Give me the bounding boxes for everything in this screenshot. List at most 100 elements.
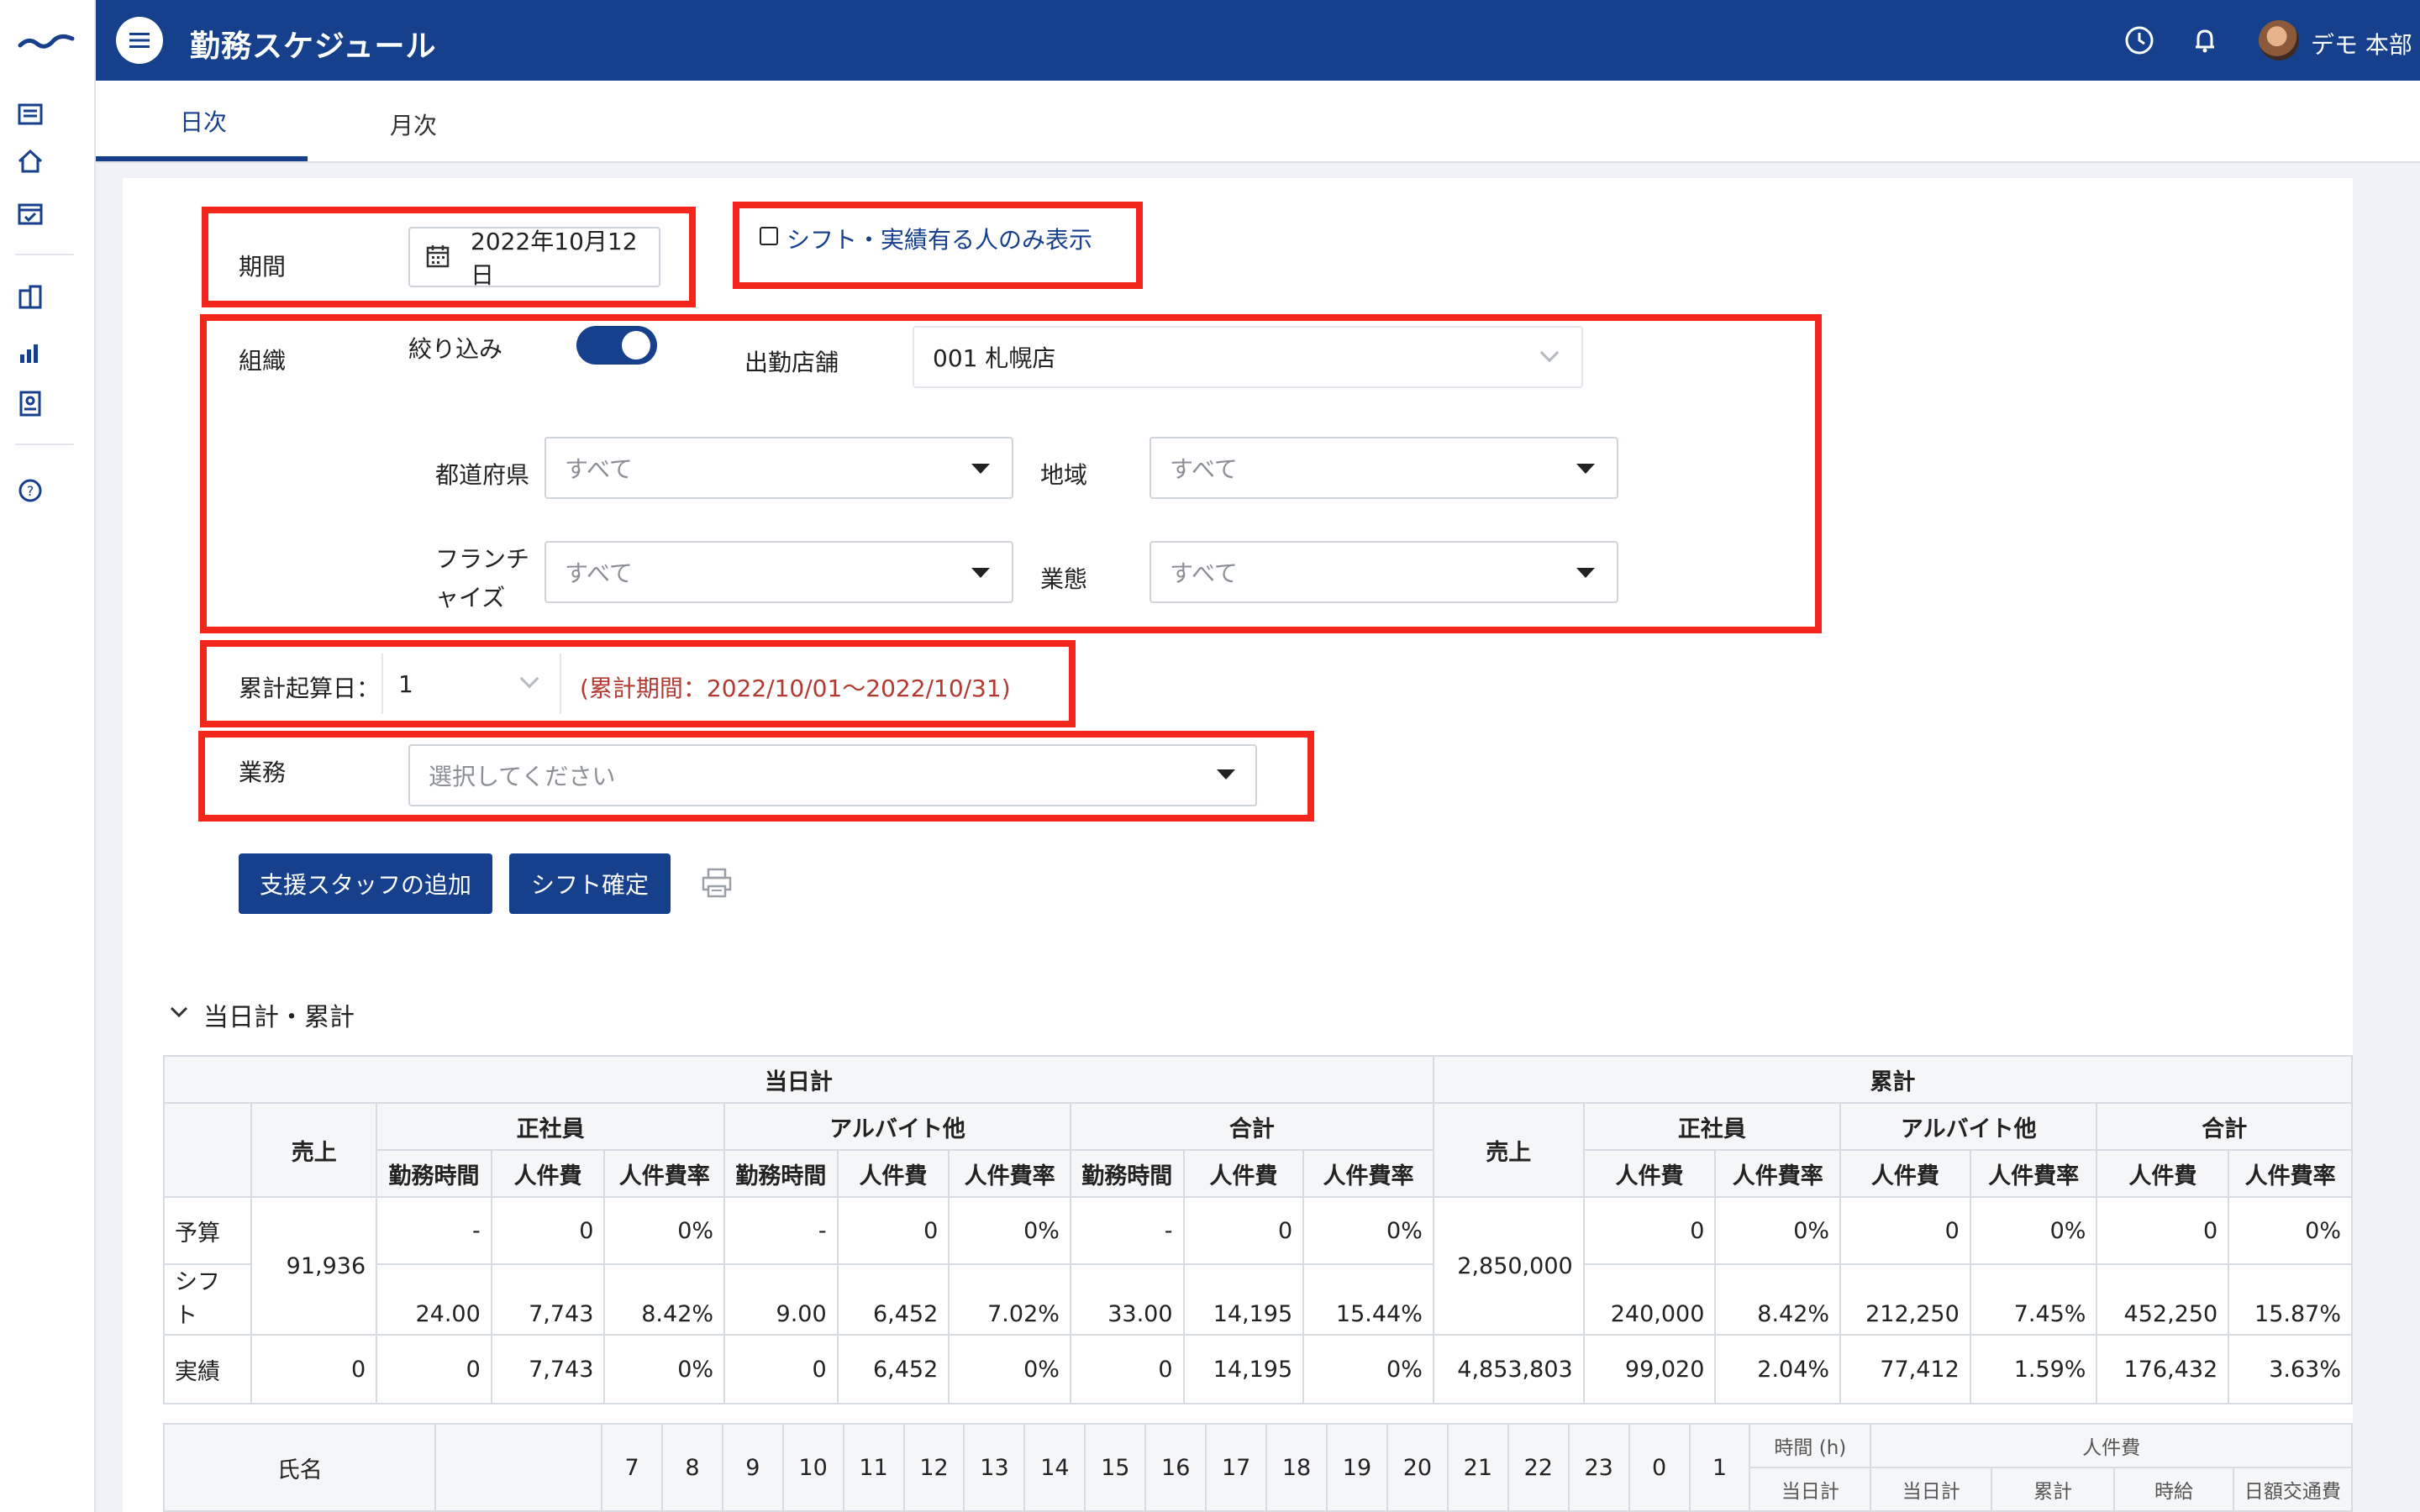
table-cell: 0 bbox=[836, 1196, 950, 1265]
table-cell: 0 bbox=[2096, 1196, 2230, 1265]
table-cell: 77,412 bbox=[1839, 1334, 1971, 1404]
table-row: 予算 91,936 - 0 0% - 0 0% - 0 0% 2,850,000… bbox=[162, 1196, 2353, 1336]
table-cell: 6,452 bbox=[836, 1334, 950, 1404]
table-cell: - bbox=[1069, 1196, 1185, 1265]
tab-monthly[interactable]: 月次 bbox=[390, 108, 437, 141]
home-icon[interactable] bbox=[15, 146, 45, 176]
table-cell: 0% bbox=[1302, 1196, 1434, 1265]
store-select[interactable]: 001 札幌店 bbox=[913, 326, 1583, 388]
franchise-select[interactable]: すべて bbox=[544, 541, 1013, 603]
row-label-actual: 実績 bbox=[162, 1334, 253, 1404]
row-label-budget: 予算 bbox=[162, 1196, 253, 1265]
caret-down-icon bbox=[1576, 568, 1595, 578]
table-cell: 24.00 bbox=[376, 1263, 492, 1336]
user-name[interactable]: デモ 本部 bbox=[2311, 27, 2412, 60]
col-hours: 勤務時間 bbox=[376, 1149, 492, 1198]
table-cell: 452,250 bbox=[2096, 1263, 2230, 1336]
time-header: 時間 (h) bbox=[1749, 1423, 1872, 1468]
table-cell: 9.00 bbox=[723, 1263, 839, 1336]
table-cell: 212,250 bbox=[1839, 1263, 1971, 1336]
row-label-shift: シフト bbox=[162, 1263, 253, 1336]
hour-header: 8 bbox=[660, 1423, 723, 1512]
add-support-staff-button[interactable]: 支援スタッフの追加 bbox=[239, 853, 492, 914]
table-cell: 0 bbox=[723, 1334, 839, 1404]
cost-cumulative-header: 累計 bbox=[1991, 1467, 2116, 1512]
print-icon[interactable] bbox=[699, 865, 734, 900]
table-cell: 0% bbox=[948, 1334, 1071, 1404]
clock-icon[interactable] bbox=[2123, 24, 2156, 57]
hour-header: 13 bbox=[963, 1423, 1026, 1512]
cumulative-period-text: (累計期間：2022/10/01〜2022/10/31) bbox=[580, 675, 1011, 702]
svg-text:?: ? bbox=[27, 483, 34, 499]
table-cell: 1.59% bbox=[1969, 1334, 2098, 1404]
table-cell: 7.45% bbox=[1969, 1263, 2098, 1336]
view-tabs: 日次 月次 bbox=[96, 81, 2420, 163]
table-cell: 99,020 bbox=[1582, 1334, 1717, 1404]
collapse-chevron-icon[interactable] bbox=[166, 1000, 192, 1025]
business-type-label: 業態 bbox=[1040, 565, 1088, 593]
side-rail: ? bbox=[0, 0, 96, 1512]
hour-header: 17 bbox=[1205, 1423, 1268, 1512]
table-cell: - bbox=[723, 1196, 839, 1265]
table-cell: 8.42% bbox=[603, 1263, 726, 1336]
franchise-label-line1: フランチ bbox=[435, 545, 530, 573]
cumulative-group-header: 累計 bbox=[1432, 1055, 2354, 1104]
name-column-header: 氏名 bbox=[162, 1423, 437, 1512]
col-hours: 勤務時間 bbox=[723, 1149, 839, 1198]
active-tab-indicator bbox=[96, 156, 308, 161]
table-cell: 0 bbox=[250, 1334, 378, 1404]
region-select[interactable]: すべて bbox=[1150, 437, 1618, 499]
tab-daily[interactable]: 日次 bbox=[180, 104, 227, 138]
table-cell: 4,853,803 bbox=[1432, 1334, 1585, 1404]
table-cell: 0% bbox=[603, 1196, 726, 1265]
avatar[interactable] bbox=[2259, 20, 2299, 60]
daily-part-header: アルバイト他 bbox=[723, 1102, 1071, 1151]
cum-sales-header: 売上 bbox=[1432, 1102, 1585, 1198]
col-rate: 人件費率 bbox=[603, 1149, 726, 1198]
calendar-icon bbox=[426, 245, 450, 268]
table-cell: 0% bbox=[603, 1334, 726, 1404]
id-card-icon[interactable] bbox=[15, 388, 45, 418]
daily-regular-header: 正社員 bbox=[376, 1102, 726, 1151]
col-cost: 人件費 bbox=[1839, 1149, 1971, 1198]
cumulative-select[interactable]: 1 bbox=[398, 670, 413, 698]
narrow-toggle[interactable] bbox=[576, 326, 657, 365]
col-rate: 人件費率 bbox=[2228, 1149, 2353, 1198]
hour-header: 20 bbox=[1386, 1423, 1449, 1512]
confirm-shift-button[interactable]: シフト確定 bbox=[509, 853, 671, 914]
hour-header: 9 bbox=[721, 1423, 784, 1512]
blank-column-header bbox=[434, 1423, 603, 1512]
work-select[interactable]: 選択してください bbox=[408, 744, 1257, 806]
summary-section-title[interactable]: 当日計・累計 bbox=[203, 996, 355, 1033]
table-row: シフト 24.00 7,743 8.42% 9.00 6,452 7.02% 3… bbox=[162, 1263, 2353, 1336]
franchise-label-line2: ャイズ bbox=[435, 584, 506, 612]
hour-header: 0 bbox=[1628, 1423, 1691, 1512]
list-icon[interactable] bbox=[15, 99, 45, 129]
shift-only-checkbox[interactable] bbox=[760, 227, 778, 245]
table-cell: 2.04% bbox=[1714, 1334, 1842, 1404]
col-rate: 人件費率 bbox=[1302, 1149, 1434, 1198]
hour-header: 21 bbox=[1446, 1423, 1509, 1512]
table-cell: 0% bbox=[2228, 1196, 2353, 1265]
col-cost: 人件費 bbox=[1182, 1149, 1305, 1198]
hour-header: 15 bbox=[1084, 1423, 1147, 1512]
prefecture-select[interactable]: すべて bbox=[544, 437, 1013, 499]
menu-button[interactable] bbox=[116, 17, 163, 64]
shift-only-label[interactable]: シフト・実績有る人のみ表示 bbox=[786, 222, 1092, 255]
page-title: 勤務スケジュール bbox=[190, 29, 437, 64]
bell-icon[interactable] bbox=[2188, 24, 2222, 57]
daily-sales-header: 売上 bbox=[250, 1102, 378, 1198]
hour-header: 16 bbox=[1144, 1423, 1207, 1512]
building-icon[interactable] bbox=[15, 282, 45, 312]
help-icon[interactable]: ? bbox=[15, 475, 45, 506]
hourly-wage-header: 時給 bbox=[2113, 1467, 2234, 1512]
table-cell: 14,195 bbox=[1182, 1263, 1305, 1336]
business-type-select[interactable]: すべて bbox=[1150, 541, 1618, 603]
bar-chart-icon[interactable] bbox=[15, 338, 45, 368]
hour-header: 14 bbox=[1023, 1423, 1086, 1512]
daily-group-header: 当日計 bbox=[163, 1055, 1434, 1104]
table-cell: 33.00 bbox=[1069, 1263, 1185, 1336]
table-cell: 7,743 bbox=[490, 1263, 606, 1336]
calendar-check-icon[interactable] bbox=[15, 198, 45, 228]
period-label: 期間 bbox=[239, 253, 287, 281]
